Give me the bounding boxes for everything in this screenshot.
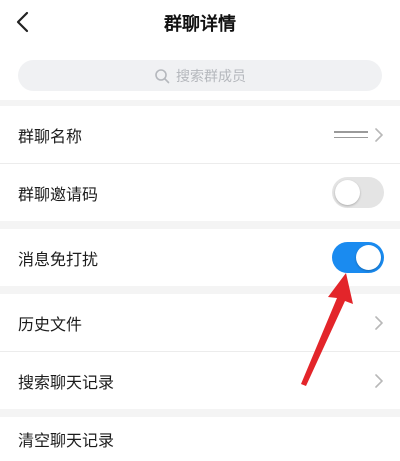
section-gap <box>0 286 400 294</box>
do-not-disturb-label: 消息免打扰 <box>18 249 99 269</box>
invite-code-row: 群聊邀请码 <box>0 164 400 221</box>
invite-code-toggle[interactable] <box>332 177 384 208</box>
history-files-label: 历史文件 <box>18 314 83 334</box>
top-bar: 群聊详情 <box>0 0 400 46</box>
do-not-disturb-toggle[interactable] <box>332 242 384 273</box>
chevron-right-icon <box>375 315 383 330</box>
do-not-disturb-row: 消息免打扰 <box>0 229 400 286</box>
section-gap <box>0 221 400 229</box>
group-name-row[interactable]: 群聊名称 <box>0 106 400 163</box>
search-input[interactable]: 搜索群成员 <box>18 60 382 91</box>
section-gap <box>0 409 400 417</box>
invite-code-label: 群聊邀请码 <box>18 184 99 204</box>
chevron-right-icon <box>375 127 383 142</box>
search-placeholder: 搜索群成员 <box>176 68 246 85</box>
clear-history-row[interactable]: 清空聊天记录 <box>0 417 400 461</box>
chevron-right-icon <box>375 373 383 388</box>
search-history-label: 搜索聊天记录 <box>18 372 115 392</box>
toggle-knob <box>335 180 360 205</box>
group-name-value <box>334 131 368 138</box>
search-section: 搜索群成员 <box>0 46 400 100</box>
search-icon <box>155 68 170 83</box>
group-name-label: 群聊名称 <box>18 126 83 146</box>
page-title: 群聊详情 <box>164 14 236 35</box>
clear-history-label: 清空聊天记录 <box>18 431 115 450</box>
search-history-row[interactable]: 搜索聊天记录 <box>0 352 400 409</box>
history-files-row[interactable]: 历史文件 <box>0 294 400 351</box>
toggle-knob <box>356 245 381 270</box>
